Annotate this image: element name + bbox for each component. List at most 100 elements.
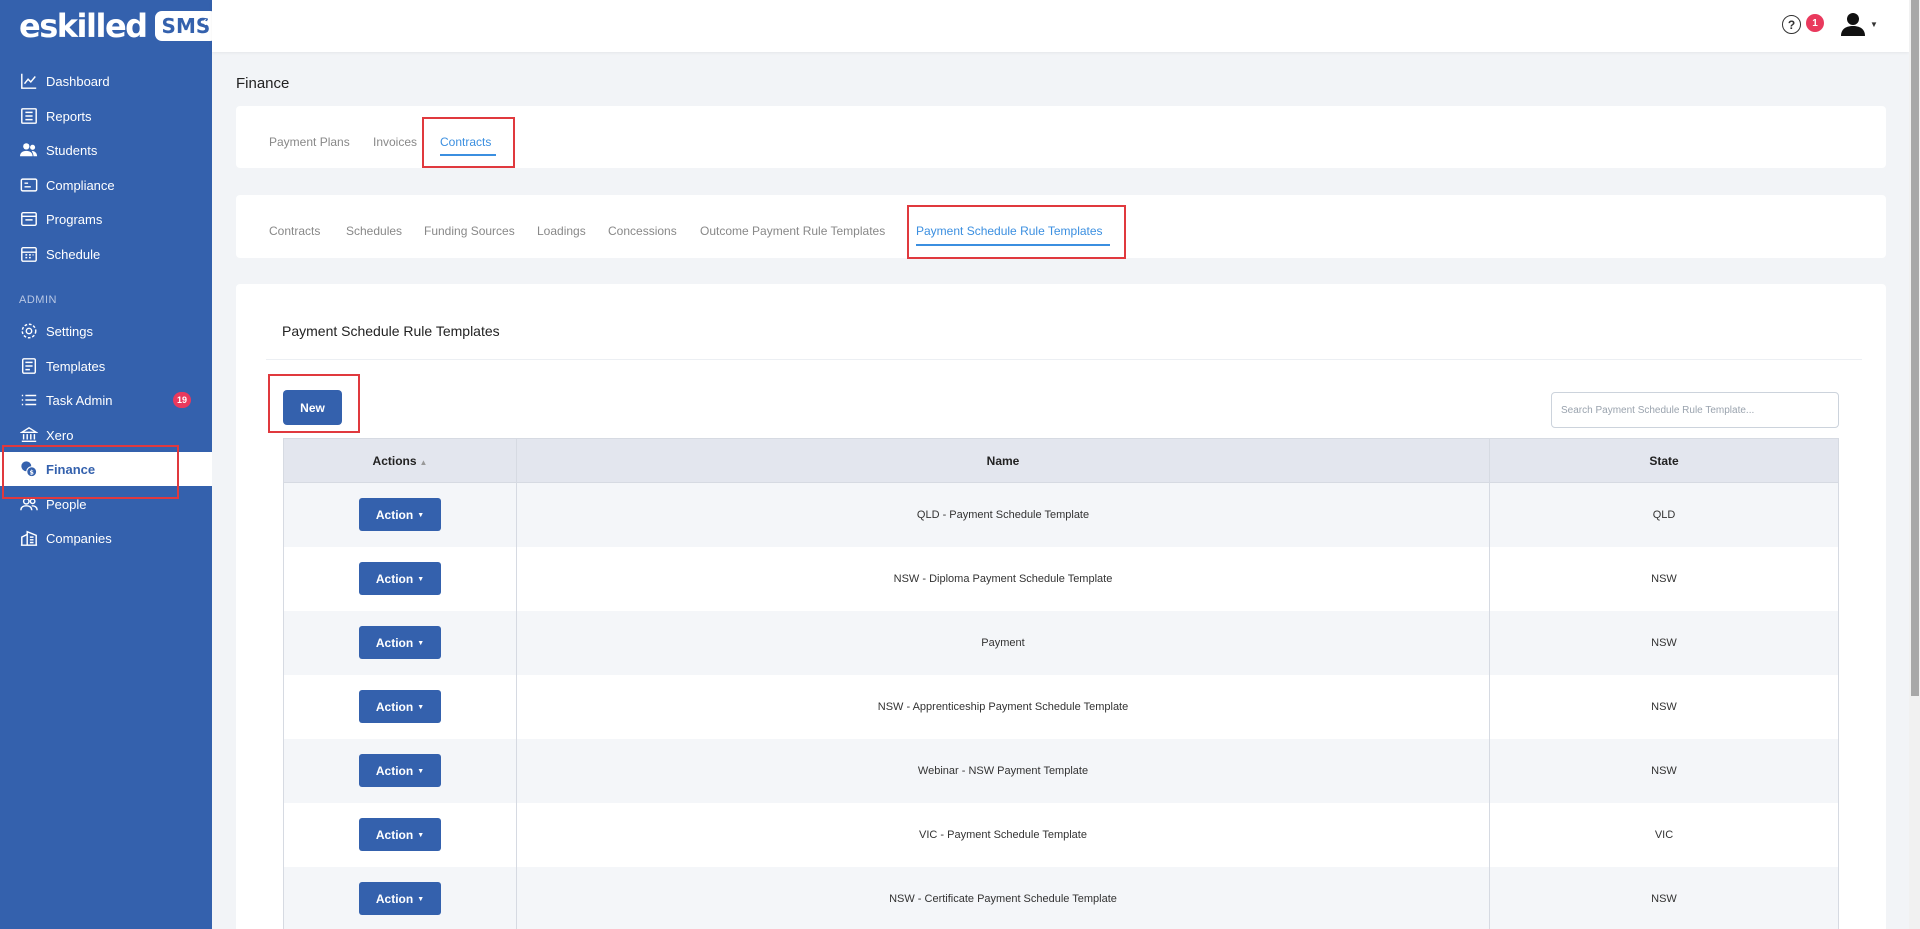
action-button[interactable]: Action ▼ — [359, 690, 441, 723]
caret-down-icon: ▼ — [417, 575, 425, 583]
calendar-icon — [19, 245, 38, 264]
admin-section-label: ADMIN — [19, 294, 57, 306]
tab-active-underline — [440, 154, 496, 156]
tab-outcome-payment-rule-templates[interactable]: Outcome Payment Rule Templates — [700, 224, 885, 238]
table-row: Action ▼ NSW - Certificate Payment Schedul… — [283, 866, 1839, 929]
logo[interactable]: eskilled SMS — [19, 7, 218, 45]
caret-down-icon: ▼ — [417, 767, 425, 775]
name-cell: QLD - Payment Schedule Template — [516, 482, 1490, 547]
action-cell: Action ▼ — [283, 674, 517, 739]
sidebar-item-label: Xero — [46, 427, 74, 443]
name-cell: VIC - Payment Schedule Template — [516, 802, 1490, 867]
sidebar-item-label: Dashboard — [46, 73, 110, 89]
action-label: Action — [375, 699, 414, 714]
tab-funding-sources[interactable]: Funding Sources — [424, 224, 515, 238]
tab-invoices[interactable]: Invoices — [373, 135, 417, 149]
sort-icon[interactable]: ▲ — [420, 458, 428, 467]
bank-icon — [19, 426, 38, 445]
action-button[interactable]: Action ▼ — [359, 562, 441, 595]
users-icon — [19, 141, 38, 160]
table-row: Action ▼ Payment NSW — [283, 610, 1839, 675]
sidebar-item-compliance[interactable]: Compliance — [0, 168, 212, 202]
name-cell: NSW - Diploma Payment Schedule Template — [516, 546, 1490, 611]
id-card-icon — [19, 176, 38, 195]
state-cell: VIC — [1489, 802, 1839, 867]
sidebar-item-label: Schedule — [46, 246, 101, 262]
tab-concessions[interactable]: Concessions — [608, 224, 677, 238]
help-icon[interactable]: ? — [1782, 15, 1801, 34]
report-icon — [19, 107, 38, 126]
sidebar-item-label: Settings — [46, 323, 93, 339]
action-label: Action — [375, 507, 414, 522]
action-label: Action — [375, 571, 414, 586]
notification-badge[interactable]: 1 — [1806, 14, 1824, 32]
action-button[interactable]: Action ▼ — [359, 818, 441, 851]
tab-payment-plans[interactable]: Payment Plans — [269, 135, 350, 149]
sidebar-item-label: Finance — [46, 461, 96, 477]
sidebar: eskilled SMS « Dashboard Reports Student… — [0, 0, 218, 929]
table-row: Action ▼ Webinar - NSW Payment Template NSW — [283, 738, 1839, 803]
column-header-state[interactable]: State — [1489, 438, 1839, 483]
action-button[interactable]: Action ▼ — [359, 754, 441, 787]
sidebar-item-xero[interactable]: Xero — [0, 418, 212, 452]
action-button[interactable]: Action ▼ — [359, 498, 441, 532]
action-button[interactable]: Action ▼ — [359, 882, 441, 915]
sidebar-item-finance[interactable]: $ Finance — [0, 452, 212, 486]
sidebar-item-people[interactable]: People — [0, 487, 212, 521]
table-row: Action ▼ VIC - Payment Schedule Template VI… — [283, 802, 1839, 867]
search-input[interactable] — [1551, 392, 1839, 428]
column-label: Actions — [372, 453, 417, 468]
table-row: Action ▼ QLD - Payment Schedule Template QL… — [283, 482, 1839, 547]
user-menu-caret-icon[interactable]: ▼ — [1870, 20, 1878, 29]
action-button[interactable]: Action ▼ — [359, 626, 441, 659]
sidebar-item-companies[interactable]: Companies — [0, 521, 212, 555]
tab-contracts[interactable]: Contracts — [440, 135, 491, 149]
column-header-actions[interactable]: Actions ▲ — [283, 438, 517, 483]
scrollbar-thumb[interactable] — [1911, 0, 1919, 696]
sidebar-item-dashboard[interactable]: Dashboard — [0, 64, 212, 98]
action-cell: Action ▼ — [283, 738, 517, 803]
logo-text: eskilled — [19, 7, 148, 45]
caret-down-icon: ▼ — [417, 639, 425, 647]
action-label: Action — [375, 763, 414, 778]
column-header-name[interactable]: Name — [516, 438, 1490, 483]
sidebar-item-reports[interactable]: Reports — [0, 99, 212, 133]
tab-active-underline — [916, 244, 1110, 246]
action-cell: Action ▼ — [283, 802, 517, 867]
chart-line-icon — [19, 72, 38, 91]
sidebar-item-label: Companies — [46, 530, 112, 546]
name-cell: NSW - Certificate Payment Schedule Templ… — [516, 866, 1490, 929]
sidebar-item-schedule[interactable]: Schedule — [0, 237, 212, 271]
name-cell: Webinar - NSW Payment Template — [516, 738, 1490, 803]
action-label: Action — [375, 827, 414, 842]
tab-contracts-sub[interactable]: Contracts — [269, 224, 320, 238]
tab-schedules[interactable]: Schedules — [346, 224, 402, 238]
sidebar-item-label: Task Admin — [46, 392, 113, 408]
state-cell: NSW — [1489, 674, 1839, 739]
sidebar-item-programs[interactable]: Programs — [0, 202, 212, 236]
table-row: Action ▼ NSW - Apprenticeship Payment Sche… — [283, 674, 1839, 739]
sidebar-item-students[interactable]: Students — [0, 133, 212, 167]
svg-text:$: $ — [29, 469, 33, 476]
sidebar-item-templates[interactable]: Templates — [0, 349, 212, 383]
state-cell: NSW — [1489, 546, 1839, 611]
collapse-sidebar-icon[interactable]: « — [202, 13, 210, 30]
action-cell: Action ▼ — [283, 866, 517, 929]
templates-table: Actions ▲ Name State Action ▼ QLD - Payment… — [283, 438, 1839, 929]
new-button[interactable]: New — [283, 390, 342, 425]
list-icon — [19, 391, 38, 410]
tab-payment-schedule-rule-templates[interactable]: Payment Schedule Rule Templates — [916, 224, 1103, 238]
sidebar-item-settings[interactable]: Settings — [0, 314, 212, 348]
template-icon — [19, 357, 38, 376]
action-label: Action — [375, 891, 414, 906]
sidebar-item-task-admin[interactable]: Task Admin 19 — [0, 383, 212, 417]
folder-icon — [19, 210, 38, 229]
user-icon[interactable] — [1840, 11, 1866, 37]
table-header-row: Actions ▲ Name State — [283, 438, 1839, 483]
caret-down-icon: ▼ — [417, 511, 425, 519]
sidebar-item-label: Students — [46, 142, 98, 158]
section-title: Payment Schedule Rule Templates — [282, 323, 500, 339]
tab-loadings[interactable]: Loadings — [537, 224, 586, 238]
sidebar-item-label: Compliance — [46, 177, 115, 193]
sidebar-item-label: Templates — [46, 358, 106, 374]
